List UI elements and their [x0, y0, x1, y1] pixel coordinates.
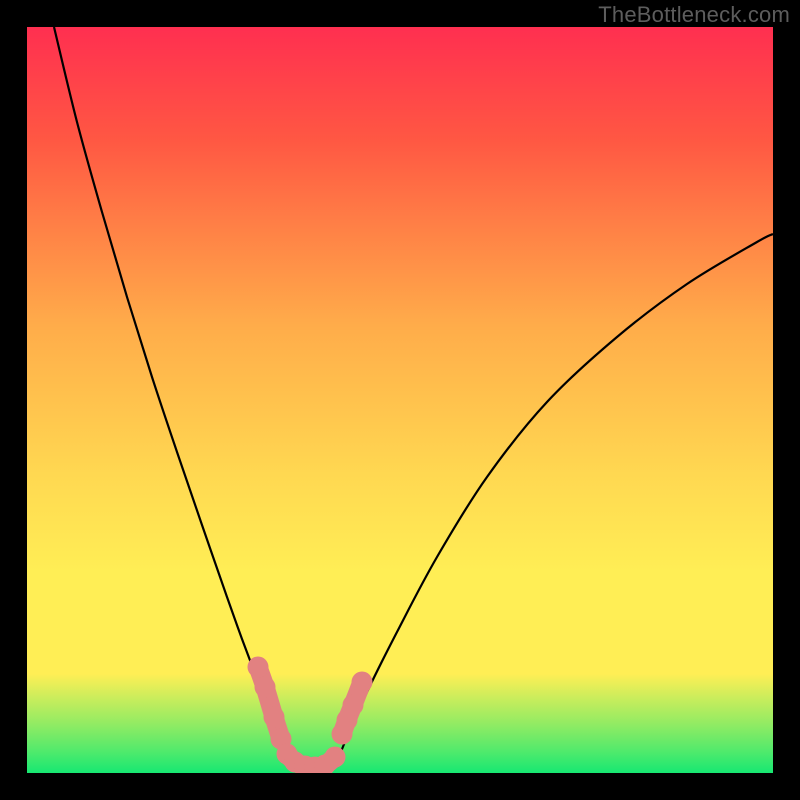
plot-area: [27, 27, 773, 773]
curve-left-curve: [54, 27, 291, 767]
dot: [248, 657, 269, 678]
watermark-text: TheBottleneck.com: [598, 2, 790, 28]
dot: [255, 677, 276, 698]
dot: [325, 747, 346, 768]
dot: [264, 707, 285, 728]
curve-right-curve: [335, 234, 773, 767]
dot: [343, 695, 364, 716]
chart-frame: TheBottleneck.com: [0, 0, 800, 800]
dot: [352, 672, 373, 693]
chart-svg: [27, 27, 773, 773]
